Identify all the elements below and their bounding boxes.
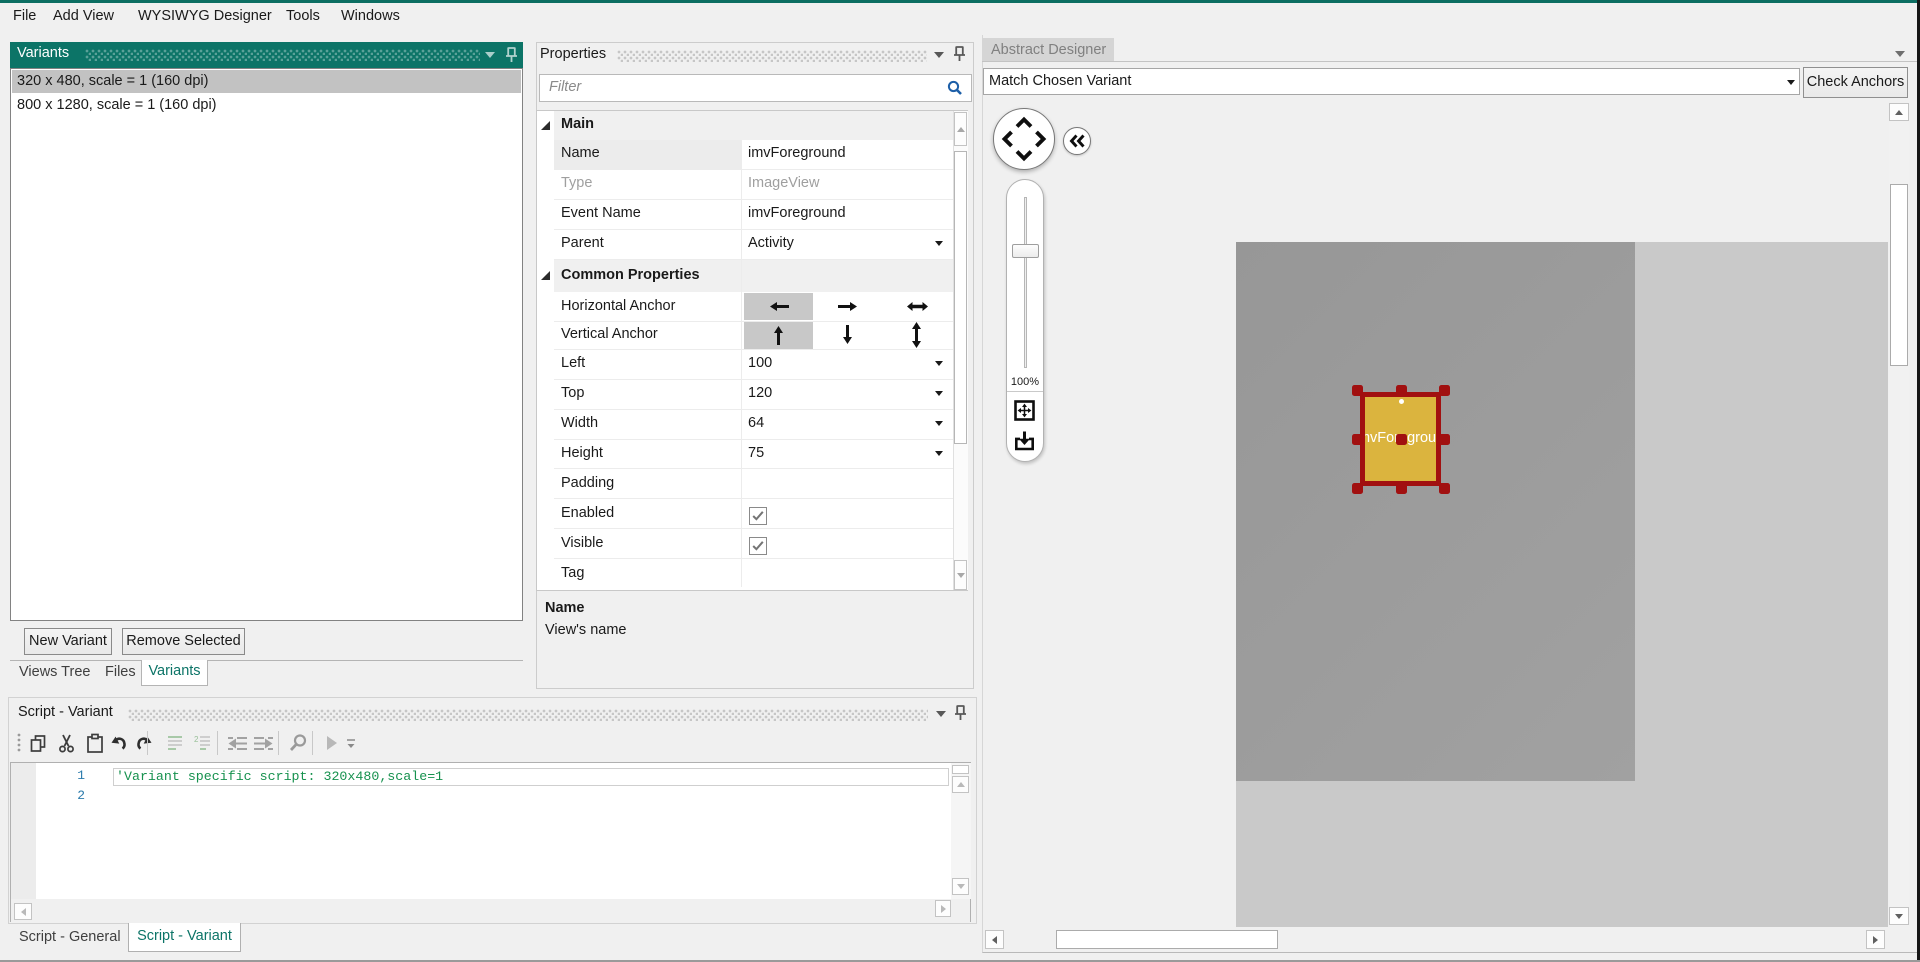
svg-text:2: 2	[194, 735, 199, 744]
